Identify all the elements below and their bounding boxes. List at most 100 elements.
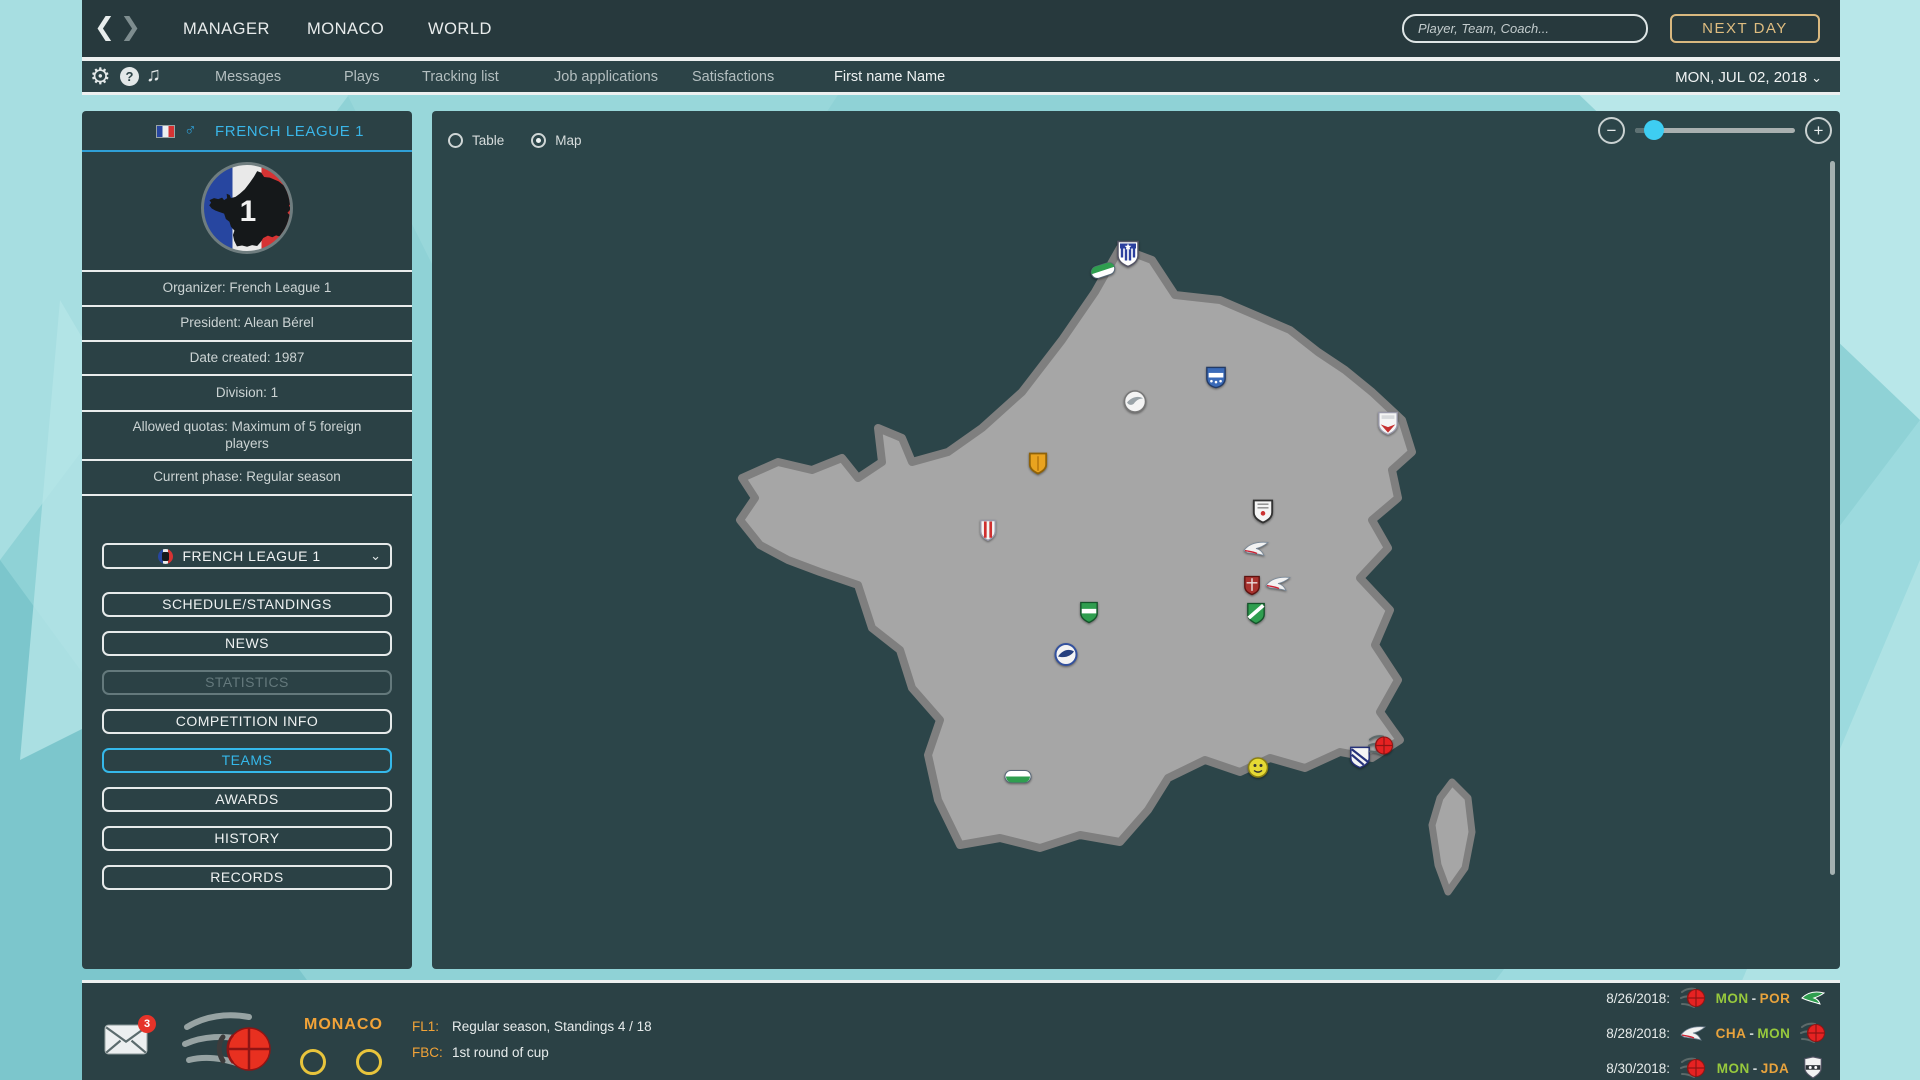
menu-bar: ⚙ ? ♫ Messages Plays Tracking list Job a…: [82, 61, 1840, 95]
match-date: 8/28/2018:: [1590, 1026, 1670, 1041]
schedule-row[interactable]: 8/30/2018: MON-JDA: [1590, 1055, 1826, 1080]
claw-basketball-logo[interactable]: [182, 1007, 280, 1080]
sidebar-item-news[interactable]: NEWS: [102, 631, 392, 656]
tab-world[interactable]: WORLD: [428, 20, 492, 39]
help-icon[interactable]: ?: [120, 67, 139, 86]
top-bar: ❮ ❯ MANAGER MONACO WORLD NEXT DAY: [82, 0, 1840, 57]
music-note-icon[interactable]: ♫: [146, 64, 161, 87]
forward-icon[interactable]: ❯: [120, 12, 141, 42]
league-title: FRENCH LEAGUE 1: [215, 123, 364, 140]
gold-ring-icon: [300, 1049, 326, 1075]
competition-text: 1st round of cup: [452, 1045, 549, 1060]
sidebar-item-awards[interactable]: AWARDS: [102, 787, 392, 812]
bottom-status-bar: 3 MONACO FL1:Regular season, Standings 4…: [82, 980, 1840, 1080]
upcoming-schedule: 8/26/2018: MON-POR 8/28/2018: CHA-MON 8/…: [1590, 985, 1826, 1080]
radio-map[interactable]: [531, 133, 546, 148]
schedule-row[interactable]: 8/26/2018: MON-POR: [1590, 985, 1826, 1011]
menu-item-job-applications[interactable]: Job applications: [554, 69, 658, 85]
competition-status-line: FL1:Regular season, Standings 4 / 18: [412, 1019, 652, 1034]
info-row-organizer: Organizer: French League 1: [82, 270, 412, 305]
map-scrollbar[interactable]: [1830, 161, 1835, 875]
away-team-logo: [1800, 985, 1826, 1011]
radio-map-label[interactable]: Map: [555, 133, 581, 148]
current-date-dropdown[interactable]: MON, JUL 02, 2018 ⌄: [1675, 69, 1822, 86]
map-marker-shield-green-band-11[interactable]: [1079, 601, 1099, 630]
match-teams: MON-JDA: [1706, 1061, 1800, 1076]
map-marker-eagle-white-10[interactable]: [1265, 576, 1291, 597]
info-row-division: Division: 1: [82, 374, 412, 410]
competition-status-line: FBC:1st round of cup: [412, 1045, 549, 1060]
info-row-quotas: Allowed quotas: Maximum of 5 foreign pla…: [82, 410, 412, 459]
map-marker-capsule-green-1[interactable]: [1090, 263, 1116, 284]
messages-count-badge: 3: [138, 1015, 156, 1033]
league-logo-wrap: 1: [82, 152, 412, 268]
match-teams: CHA-MON: [1706, 1026, 1800, 1041]
date-text: MON, JUL 02, 2018: [1675, 69, 1807, 86]
zoom-out-icon[interactable]: −: [1598, 117, 1625, 144]
svg-text:1: 1: [240, 195, 257, 228]
radio-table-label[interactable]: Table: [472, 133, 504, 148]
next-day-button[interactable]: NEXT DAY: [1670, 14, 1820, 43]
sidebar-item-schedule-standings[interactable]: SCHEDULE/STANDINGS: [102, 592, 392, 617]
map-marker-circle-yellow-15[interactable]: [1247, 757, 1269, 784]
sidebar-item-teams[interactable]: TEAMS: [102, 748, 392, 773]
map-marker-shield-red-bottom-4[interactable]: [1377, 411, 1399, 442]
search-input[interactable]: [1402, 14, 1648, 43]
map-marker-eagle-white-8[interactable]: [1243, 541, 1269, 562]
sidebar-item-history[interactable]: HISTORY: [102, 826, 392, 851]
info-row-phase: Current phase: Regular season: [82, 459, 412, 494]
map-marker-shield-white-trim-7[interactable]: [1252, 499, 1274, 530]
sidebar-item-statistics: STATISTICS: [102, 670, 392, 695]
map-marker-shield-blue-dots-2[interactable]: [1205, 366, 1227, 395]
match-date: 8/30/2018:: [1590, 1061, 1670, 1076]
sidebar-item-competition-info[interactable]: COMPETITION INFO: [102, 709, 392, 734]
menu-item-satisfactions[interactable]: Satisfactions: [692, 69, 774, 85]
schedule-row[interactable]: 8/28/2018: CHA-MON: [1590, 1020, 1826, 1046]
info-row-date-created: Date created: 1987: [82, 340, 412, 374]
radio-table[interactable]: [448, 133, 463, 148]
league-logo: 1: [201, 162, 293, 254]
zoom-slider-handle[interactable]: [1644, 120, 1664, 140]
map-marker-capsule-pau-14[interactable]: [1004, 770, 1032, 789]
league-info-list: Organizer: French League 1 President: Al…: [82, 270, 412, 496]
map-marker-shield-red-stripes-6[interactable]: [979, 519, 997, 547]
map-marker-ball-red-17[interactable]: [1368, 734, 1394, 763]
menu-item-plays[interactable]: Plays: [344, 69, 379, 85]
match-teams: MON-POR: [1706, 991, 1800, 1006]
sidebar-item-records[interactable]: RECORDS: [102, 865, 392, 890]
menu-item-tracking-list[interactable]: Tracking list: [422, 69, 499, 85]
match-date: 8/26/2018:: [1590, 991, 1670, 1006]
menu-item-messages[interactable]: Messages: [215, 69, 281, 85]
map-marker-shield-blue-striped-0[interactable]: [1116, 240, 1140, 273]
map-marker-circle-bird-gray-3[interactable]: [1123, 390, 1147, 419]
france-flag-icon: [156, 125, 175, 138]
map-marker-shield-orange-5[interactable]: [1028, 452, 1048, 481]
map-marker-shield-dark-red-9[interactable]: [1243, 575, 1261, 602]
league-mini-logo-icon: [158, 549, 173, 564]
league-sidebar: ♂ FRENCH LEAGUE 1 1 Organizer: French Le…: [82, 111, 412, 969]
back-icon[interactable]: ❮: [94, 12, 115, 42]
league-select-dropdown[interactable]: FRENCH LEAGUE 1 ⌄: [102, 543, 392, 569]
away-team-logo: [1800, 1055, 1826, 1080]
info-row-president: President: Alean Bérel: [82, 305, 412, 340]
history-nav: ❮ ❯: [94, 12, 141, 42]
game-window: ❮ ❯ MANAGER MONACO WORLD NEXT DAY ⚙ ? ♫ …: [82, 0, 1840, 1080]
away-team-logo: [1800, 1020, 1826, 1046]
gear-icon[interactable]: ⚙: [90, 63, 111, 90]
view-toggle: Table Map: [448, 133, 582, 148]
tab-manager[interactable]: MANAGER: [183, 20, 270, 39]
home-team-logo: [1680, 1020, 1706, 1046]
teams-map-panel: Table Map − +: [432, 111, 1840, 969]
map-marker-shield-green-diag-12[interactable]: [1246, 602, 1266, 631]
zoom-in-icon[interactable]: +: [1805, 117, 1832, 144]
menu-item-user-name[interactable]: First name Name: [834, 69, 945, 85]
tab-monaco[interactable]: MONACO: [307, 20, 384, 39]
club-name[interactable]: MONACO: [304, 1016, 383, 1034]
chevron-down-icon: ⌄: [1811, 70, 1822, 85]
league-header: ♂ FRENCH LEAGUE 1: [82, 111, 412, 152]
zoom-slider-track[interactable]: [1635, 128, 1795, 133]
map-marker-circle-blue-swoosh-13[interactable]: [1054, 643, 1078, 672]
map-markers-layer: [432, 111, 1840, 969]
competition-text: Regular season, Standings 4 / 18: [452, 1019, 652, 1034]
competition-code: FBC:: [412, 1045, 452, 1060]
